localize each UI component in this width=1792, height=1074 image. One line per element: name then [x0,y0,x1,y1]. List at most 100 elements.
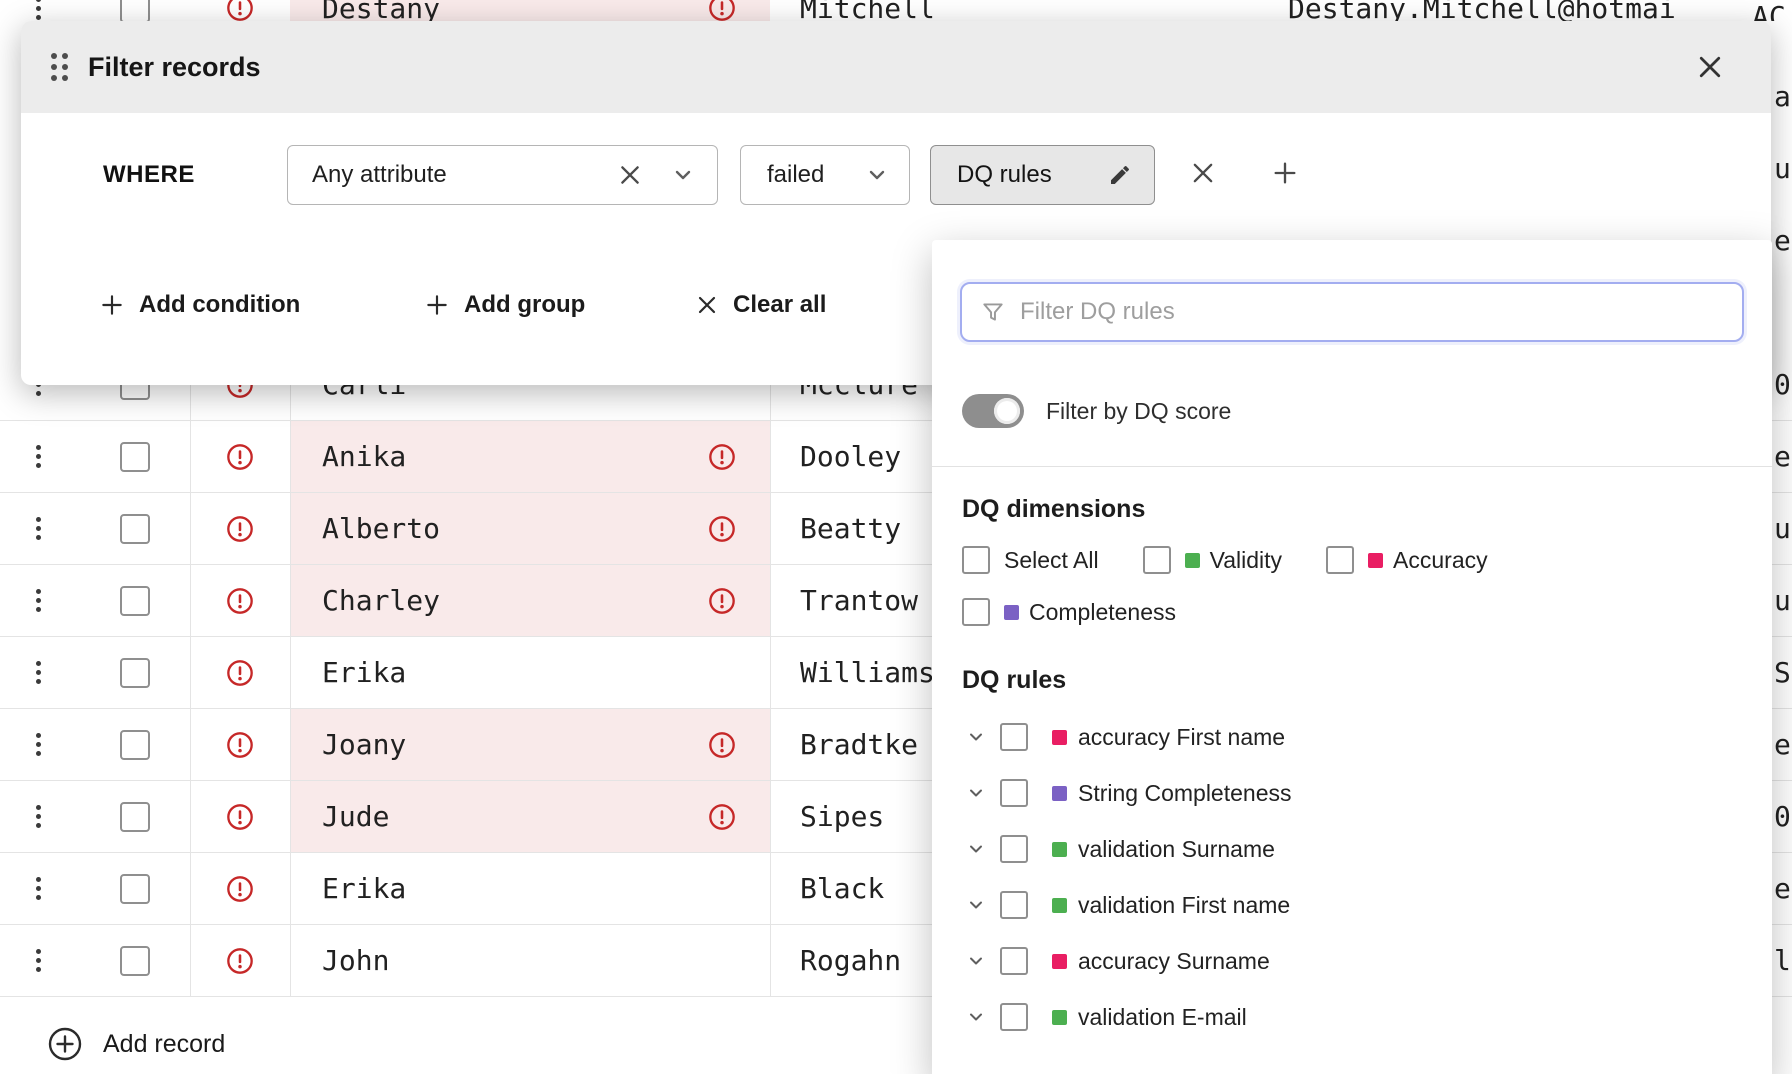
drag-dots-icon [36,0,41,20]
dimension-checkbox[interactable] [1143,546,1171,574]
row-drag-handle[interactable] [0,853,96,924]
dq-rules-search[interactable] [960,282,1744,342]
first-name-cell[interactable]: Charley [290,565,770,636]
attribute-dropdown[interactable]: Any attribute [287,145,718,205]
dimension-label: Validity [1210,547,1282,574]
row-checkbox[interactable] [120,514,150,544]
add-group-label: Add group [464,291,585,319]
rule-checkbox[interactable] [1000,947,1028,975]
drag-dots-icon [36,589,41,612]
row-checkbox[interactable] [120,946,150,976]
rule-checkbox[interactable] [1000,723,1028,751]
chevron-down-icon[interactable] [966,1007,986,1027]
chevron-down-icon[interactable] [966,783,986,803]
add-record-button[interactable]: Add record [47,1026,225,1062]
row-checkbox[interactable] [120,802,150,832]
dimension-checkbox[interactable] [962,598,990,626]
dq-rule-item[interactable]: accuracy First name [932,709,1772,765]
row-status-cell [190,0,290,21]
row-drag-handle[interactable] [0,925,96,996]
dq-rules-search-input[interactable] [1020,298,1724,326]
clear-attribute-icon[interactable] [617,162,643,188]
email-cell[interactable]: Destany.Mitchell@hotmai [1258,0,1778,21]
dialog-title: Filter records [88,52,261,83]
dq-dimension-option[interactable]: Select All [962,546,1099,574]
dq-dimensions-heading: DQ dimensions [962,495,1772,524]
rule-label: accuracy First name [1078,724,1285,751]
dq-dimension-option[interactable]: Validity [1143,546,1282,574]
row-checkbox[interactable] [120,0,150,21]
table-row-partial-top: Destany Mitchell Destany.Mitchell@hotmai… [0,0,1792,21]
first-name-cell[interactable]: Joany [290,709,770,780]
row-drag-handle[interactable] [0,421,96,492]
dq-rule-item[interactable]: String Completeness [932,765,1772,821]
row-checkbox[interactable] [120,586,150,616]
first-name-cell[interactable]: Destany [290,0,770,21]
row-drag-handle[interactable] [0,781,96,852]
add-condition-button[interactable]: Add condition [99,287,300,323]
dq-rule-item[interactable]: validation First name [932,877,1772,933]
row-drag-handle[interactable] [0,493,96,564]
first-name-cell[interactable]: Erika [290,637,770,708]
dialog-drag-handle-icon[interactable] [51,53,68,81]
dq-dimension-option[interactable]: Completeness [962,598,1176,626]
rule-label: validation E-mail [1078,1004,1247,1031]
remove-condition-icon[interactable] [1189,159,1217,187]
row-checkbox[interactable] [120,442,150,472]
first-name-value: Alberto [322,512,440,545]
row-select-cell [96,493,190,564]
first-name-cell[interactable]: Jude [290,781,770,852]
surname-value: Beatty [800,512,901,545]
dq-rule-item[interactable]: accuracy Surname [932,933,1772,989]
close-icon[interactable] [1695,52,1725,82]
row-drag-handle[interactable] [0,565,96,636]
dq-dimension-option[interactable]: Accuracy [1326,546,1488,574]
error-icon [226,443,254,471]
first-name-value: Charley [322,584,440,617]
rule-checkbox[interactable] [1000,1003,1028,1031]
row-checkbox[interactable] [120,730,150,760]
rule-checkbox[interactable] [1000,779,1028,807]
dimension-checkbox[interactable] [1326,546,1354,574]
row-checkbox[interactable] [120,874,150,904]
error-icon [226,0,254,21]
row-select-cell [96,421,190,492]
dq-rules-list: accuracy First name String Completeness [932,709,1772,1045]
error-icon [226,803,254,831]
row-drag-handle[interactable] [0,709,96,780]
add-condition-plus-icon[interactable] [1271,159,1299,187]
chevron-down-icon[interactable] [966,839,986,859]
row-drag-handle[interactable] [0,637,96,708]
rule-checkbox[interactable] [1000,891,1028,919]
error-icon [708,443,736,471]
dq-rules-button[interactable]: DQ rules [930,145,1155,205]
chevron-down-icon[interactable] [966,727,986,747]
dimension-checkbox[interactable] [962,546,990,574]
row-select-cell [96,853,190,924]
dq-rule-item[interactable]: validation Surname [932,821,1772,877]
row-status-cell [190,421,290,492]
operator-dropdown[interactable]: failed [740,145,910,205]
table-row: Destany Mitchell Destany.Mitchell@hotmai [0,0,1792,21]
row-select-cell [96,709,190,780]
drag-dots-icon [36,949,41,972]
clear-all-button[interactable]: Clear all [695,287,826,323]
add-group-button[interactable]: Add group [424,287,585,323]
row-status-cell [190,709,290,780]
surname-value: Black [800,872,884,905]
rule-checkbox[interactable] [1000,835,1028,863]
dq-score-toggle[interactable] [962,394,1024,428]
rule-color-swatch [1052,954,1067,969]
rule-color-swatch [1052,1010,1067,1025]
row-drag-handle[interactable] [0,0,96,21]
first-name-cell[interactable]: Erika [290,853,770,924]
first-name-cell[interactable]: Alberto [290,493,770,564]
drag-dots-icon [36,517,41,540]
first-name-cell[interactable]: John [290,925,770,996]
row-checkbox[interactable] [120,658,150,688]
first-name-cell[interactable]: Anika [290,421,770,492]
dq-score-toggle-label: Filter by DQ score [1046,398,1231,425]
dq-rule-item[interactable]: validation E-mail [932,989,1772,1045]
chevron-down-icon[interactable] [966,895,986,915]
chevron-down-icon[interactable] [966,951,986,971]
